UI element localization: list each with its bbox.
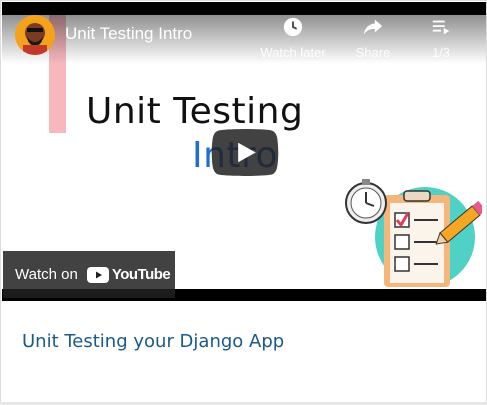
watch-on-youtube-button[interactable]: Watch on YouTube <box>3 251 175 298</box>
video-player[interactable]: Unit Testing Intro <box>2 2 486 301</box>
card-caption-link[interactable]: Unit Testing your Django App <box>22 331 284 352</box>
playlist-position: 1/3 <box>431 45 451 60</box>
video-title[interactable]: Unit Testing Intro <box>65 24 192 44</box>
video-card: Unit Testing Intro <box>0 0 487 405</box>
playlist-button[interactable]: 1/3 <box>406 16 476 60</box>
playlist-icon <box>432 20 450 35</box>
share-label: Share <box>355 45 391 60</box>
youtube-logo: YouTube <box>86 266 171 283</box>
clock-icon <box>283 17 303 37</box>
checklist-illustration <box>345 179 482 287</box>
play-button[interactable] <box>211 129 279 176</box>
thumbnail-title-line1: Unit Testing <box>86 91 304 132</box>
avatar-image <box>15 15 55 55</box>
youtube-logo-icon <box>86 266 109 283</box>
share-button[interactable]: Share <box>338 16 408 60</box>
watch-later-button[interactable]: Watch later <box>258 16 328 60</box>
share-arrow-icon <box>363 19 383 35</box>
channel-avatar[interactable] <box>15 15 55 55</box>
watch-later-label: Watch later <box>260 45 326 60</box>
youtube-wordmark: YouTube <box>111 266 171 283</box>
watch-on-label: Watch on <box>15 266 78 283</box>
